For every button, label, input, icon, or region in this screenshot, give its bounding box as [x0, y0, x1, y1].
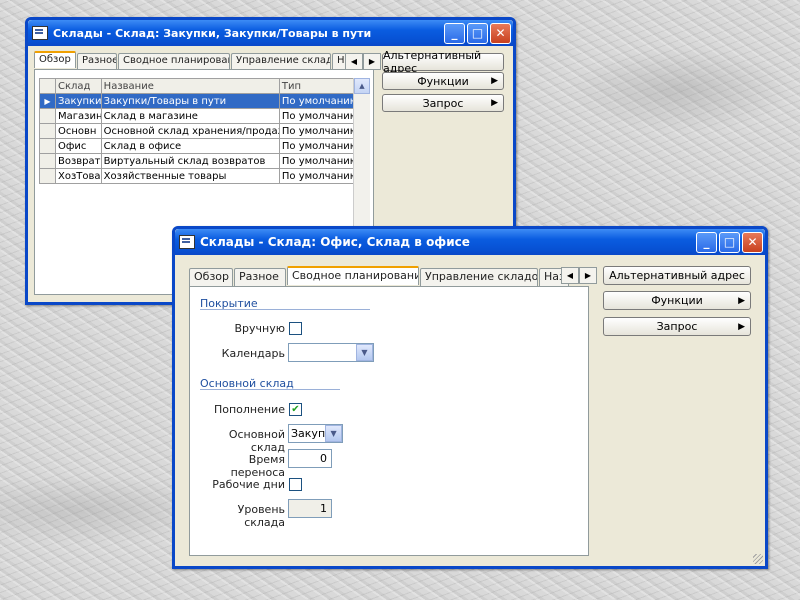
tab-overview[interactable]: Обзор [189, 268, 233, 287]
warehouse-level-label: Уровень склада [237, 503, 285, 529]
column-header[interactable]: Склад [54, 78, 102, 94]
row-marker [39, 108, 56, 124]
alternative-address-button[interactable]: Альтернативный адрес [382, 49, 504, 75]
maximize-button[interactable]: □ [467, 22, 488, 44]
maximize-button[interactable]: □ [719, 231, 740, 253]
main-warehouse-value: Закуп [291, 427, 326, 440]
manual-checkbox[interactable] [289, 322, 302, 335]
table-row[interactable]: Основн Основной склад хранения/продаж По… [39, 123, 370, 139]
table-row[interactable]: Возвраты Виртуальный склад возвратов По … [39, 153, 370, 169]
tab-overview[interactable]: Обзор [34, 51, 76, 68]
request-label: Запрос [422, 96, 464, 110]
cell[interactable]: Хозяйственные товары [100, 168, 280, 184]
cell[interactable]: Основной склад хранения/продаж [100, 123, 280, 139]
row-marker [39, 138, 56, 154]
tab-scroll-left-icon[interactable]: ◀ [561, 267, 579, 284]
planning-panel: Покрытие Вручную Календарь ▼ Основной ск… [189, 286, 589, 556]
cell[interactable]: Склад в офисе [100, 138, 280, 154]
request-button[interactable]: Запрос ▶ [603, 317, 751, 336]
tab-misc[interactable]: Разное [234, 268, 286, 287]
cell[interactable]: Склад в магазине [100, 108, 280, 124]
functions-label: Функции [651, 294, 703, 307]
column-header[interactable]: Название [100, 78, 280, 94]
main-warehouse-combo[interactable]: Закуп ▼ [288, 424, 343, 443]
section-divider [200, 309, 370, 310]
tab-misc[interactable]: Разное [77, 53, 117, 70]
warehouse-table[interactable]: Склад Название Тип ▶ Закупки Закупки/Тов… [39, 78, 370, 184]
row-pointer-icon: ▶ [39, 93, 56, 109]
tab-warehouse-management[interactable]: Управление складом [420, 268, 538, 287]
close-button[interactable]: ✕ [490, 22, 511, 44]
replenish-checkbox[interactable]: ✔ [289, 403, 302, 416]
table-row[interactable]: Магазин Склад в магазине По умолчанию [39, 108, 370, 124]
window-titlebar[interactable]: Склады - Склад: Офис, Склад в офисе _ □ … [175, 229, 765, 255]
cell[interactable]: ХозТовары [54, 168, 102, 184]
close-button[interactable]: ✕ [742, 231, 763, 253]
table-row[interactable]: ХозТовары Хозяйственные товары По умолча… [39, 168, 370, 184]
tab-planning[interactable]: Сводное планирование [287, 266, 419, 285]
dropdown-arrow-icon[interactable]: ▼ [356, 344, 373, 361]
tab-scroll-left-icon[interactable]: ◀ [345, 53, 363, 70]
form-icon [32, 26, 48, 40]
transfer-time-input[interactable]: 0 [288, 449, 332, 468]
minimize-button[interactable]: _ [444, 22, 465, 44]
transfer-time-label: Время переноса [230, 453, 285, 479]
resize-grip-icon[interactable] [753, 554, 763, 564]
warehouse-level-field: 1 [288, 499, 332, 518]
form-icon [179, 235, 195, 249]
window-title: Склады - Склад: Закупки, Закупки/Товары … [53, 26, 372, 40]
manual-label: Вручную [234, 322, 286, 335]
cell[interactable]: Основн [54, 123, 102, 139]
working-days-label: Рабочие дни [212, 478, 285, 491]
cell[interactable]: Офис [54, 138, 102, 154]
alternative-address-button[interactable]: Альтернативный адрес [603, 266, 751, 285]
row-marker [39, 168, 56, 184]
tab-scroll-right-icon[interactable]: ▶ [363, 53, 381, 70]
cell[interactable]: Виртуальный склад возвратов [100, 153, 280, 169]
scroll-up-icon[interactable]: ▲ [354, 78, 370, 94]
table-header: Склад Название Тип [39, 78, 370, 94]
functions-button[interactable]: Функции ▶ [603, 291, 751, 310]
cell[interactable]: Магазин [54, 108, 102, 124]
row-marker [39, 153, 56, 169]
submenu-arrow-icon: ▶ [738, 321, 745, 332]
row-marker [39, 123, 56, 139]
minimize-button[interactable]: _ [696, 231, 717, 253]
tab-planning[interactable]: Сводное планирование [118, 53, 230, 70]
table-row[interactable]: Офис Склад в офисе По умолчанию [39, 138, 370, 154]
warehouse-window-front[interactable]: Склады - Склад: Офис, Склад в офисе _ □ … [172, 226, 768, 569]
cell[interactable]: Закупки/Товары в пути [100, 93, 280, 109]
section-divider [200, 389, 340, 390]
window-titlebar[interactable]: Склады - Склад: Закупки, Закупки/Товары … [28, 20, 513, 46]
request-button[interactable]: Запрос ▶ [382, 94, 504, 112]
functions-label: Функции [417, 74, 469, 88]
cell[interactable]: Закупки [54, 93, 102, 109]
request-label: Запрос [656, 320, 698, 333]
submenu-arrow-icon: ▶ [491, 98, 498, 108]
submenu-arrow-icon: ▶ [738, 295, 745, 306]
submenu-arrow-icon: ▶ [491, 76, 498, 86]
replenish-label: Пополнение [213, 403, 285, 416]
tab-warehouse-management[interactable]: Управление складом [231, 53, 331, 70]
functions-button[interactable]: Функции ▶ [382, 72, 504, 90]
calendar-combo[interactable]: ▼ [288, 343, 374, 362]
header-corner [39, 78, 56, 94]
window-title: Склады - Склад: Офис, Склад в офисе [200, 235, 470, 249]
main-warehouse-label: Основной склад [228, 428, 285, 454]
table-row[interactable]: ▶ Закупки Закупки/Товары в пути По умолч… [39, 93, 370, 109]
dropdown-arrow-icon[interactable]: ▼ [325, 425, 342, 442]
tab-scroll-right-icon[interactable]: ▶ [579, 267, 597, 284]
working-days-checkbox[interactable] [289, 478, 302, 491]
cell[interactable]: Возвраты [54, 153, 102, 169]
calendar-label: Календарь [221, 347, 285, 360]
